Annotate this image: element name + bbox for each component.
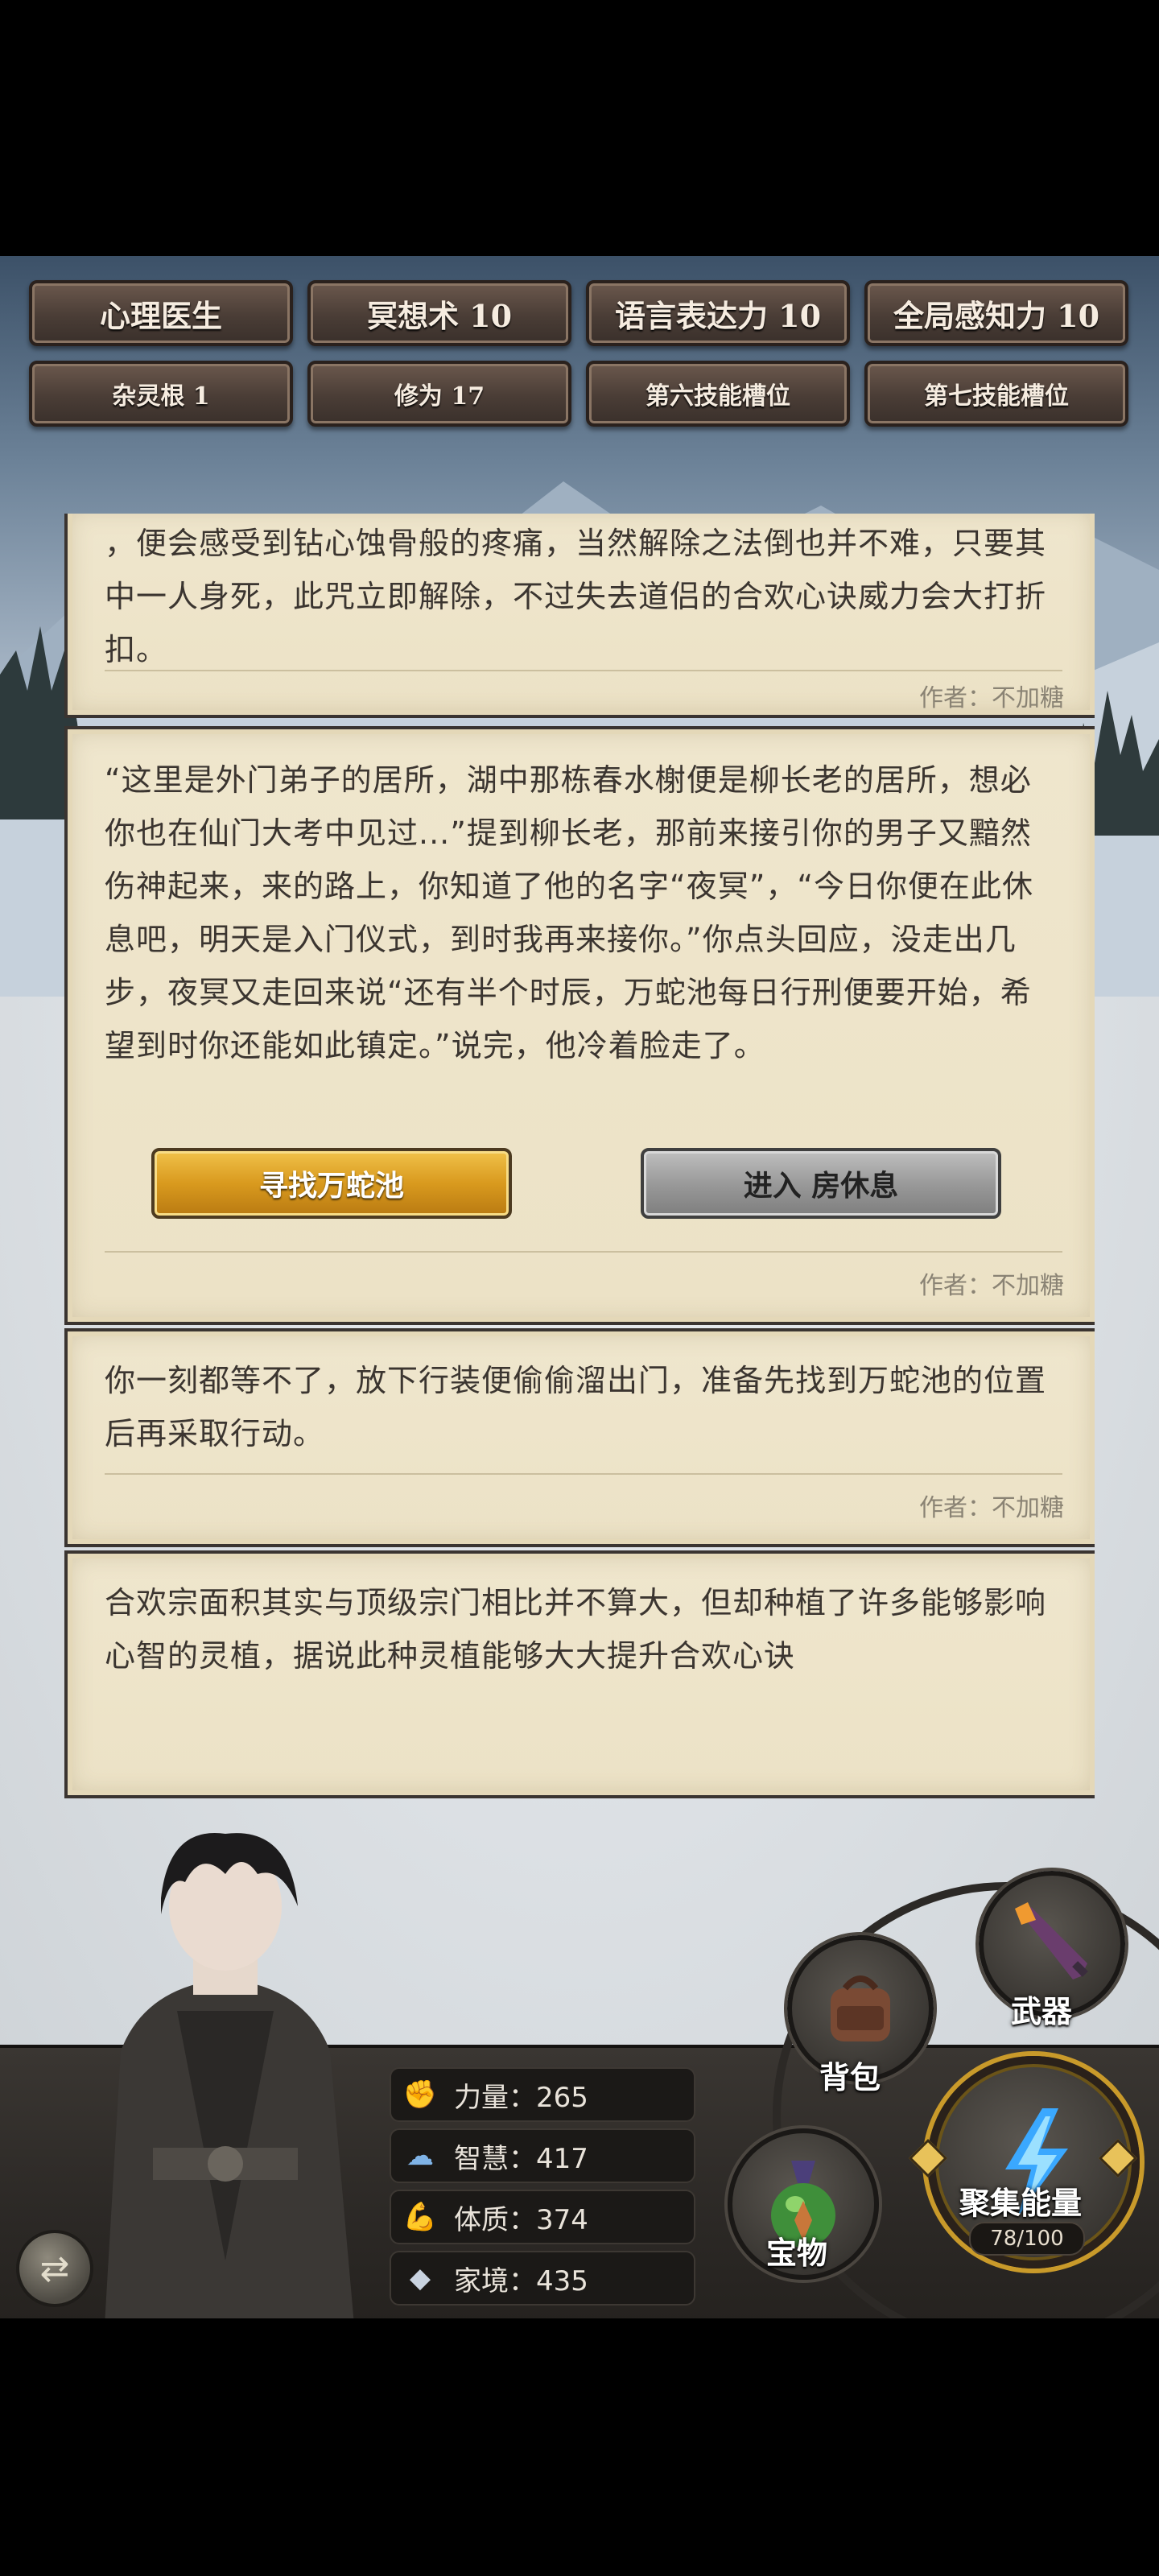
stat-family-label: 家境：435 — [454, 2264, 588, 2297]
story-card: “这里是外门弟子的居所，湖中那栋春水榭便是柳长老的居所，想必你也在仙门大考中见过… — [64, 726, 1095, 1325]
brain-icon: ☁ — [406, 2140, 434, 2172]
player-character-portrait — [105, 1833, 354, 2318]
stat-strength: ✊ 力量：265 — [390, 2067, 695, 2122]
skill-slot-5[interactable]: 杂灵根 1 — [29, 361, 293, 427]
skill-slot-8[interactable]: 第七技能槽位 — [864, 361, 1128, 427]
stat-constitution-label: 体质：374 — [454, 2203, 588, 2236]
gather-energy-label: 聚集能量 — [959, 2185, 1083, 2221]
card-divider — [105, 1473, 1062, 1475]
enter-room-rest-button[interactable]: 进入 房休息 — [641, 1148, 1001, 1219]
swap-character-button[interactable]: ⇄ — [16, 2230, 93, 2307]
stat-wisdom-label: 智慧：417 — [454, 2142, 588, 2175]
stat-constitution: 💪 体质：374 — [390, 2190, 695, 2244]
story-text: “这里是外门弟子的居所，湖中那栋春水榭便是柳长老的居所，想必你也在仙门大考中见过… — [105, 762, 1034, 1063]
story-card: 你一刻都等不了，放下行装便偷偷溜出门，准备先找到万蛇池的位置后再采取行动。 作者… — [64, 1328, 1095, 1547]
story-text: ，便会感受到钻心蚀骨般的疼痛，当然解除之法倒也并不难，只要其中一人身死，此咒立即… — [105, 526, 1047, 667]
card-divider — [105, 670, 1062, 671]
skill-slot-2[interactable]: 冥想术 10 — [307, 280, 571, 346]
find-snake-pool-button[interactable]: 寻找万蛇池 — [151, 1148, 512, 1219]
stat-wisdom: ☁ 智慧：417 — [390, 2128, 695, 2183]
story-card: 合欢宗面积其实与顶级宗门相比并不算大，但却种植了许多能够影响心智的灵植，据说此种… — [64, 1550, 1095, 1798]
skill-slot-3[interactable]: 语言表达力 10 — [586, 280, 850, 346]
bottom-black-bar — [0, 2318, 1159, 2576]
top-black-bar — [0, 0, 1159, 256]
fist-icon: ✊ — [402, 2079, 438, 2111]
backpack-icon — [831, 1975, 890, 2041]
swap-arrows-icon: ⇄ — [39, 2248, 70, 2289]
story-text: 你一刻都等不了，放下行装便偷偷溜出门，准备先找到万蛇池的位置后再采取行动。 — [105, 1363, 1047, 1451]
weapon-label: 武器 — [1011, 1993, 1073, 2029]
energy-counter: 78/100 — [969, 2222, 1085, 2256]
story-text: 合欢宗面积其实与顶级宗门相比并不算大，但却种植了许多能够影响心智的灵植，据说此种… — [105, 1585, 1047, 1674]
skill-slot-6[interactable]: 修为 17 — [307, 361, 571, 427]
card-divider — [105, 1251, 1062, 1253]
author-label: 作者：不加糖 — [919, 1272, 1064, 1300]
author-label: 作者：不加糖 — [919, 1494, 1064, 1522]
skill-slot-4[interactable]: 全局感知力 10 — [864, 280, 1128, 346]
stat-family: ◆ 家境：435 — [390, 2251, 695, 2306]
skill-slot-1[interactable]: 心理医生 — [29, 280, 293, 346]
story-card: ，便会感受到钻心蚀骨般的疼痛，当然解除之法倒也并不难，只要其中一人身死，此咒立即… — [64, 514, 1095, 718]
treasure-label: 宝物 — [766, 2235, 828, 2271]
muscle-icon: 💪 — [402, 2201, 438, 2233]
diamond-icon: ◆ — [409, 2262, 431, 2294]
author-label: 作者：不加糖 — [919, 684, 1064, 712]
skill-slot-7[interactable]: 第六技能槽位 — [586, 361, 850, 427]
skill-grid: 心理医生 冥想术 10 语言表达力 10 全局感知力 10 杂灵根 1 修为 1… — [29, 280, 1130, 427]
story-scroll-panel[interactable]: ，便会感受到钻心蚀骨般的疼痛，当然解除之法倒也并不难，只要其中一人身死，此咒立即… — [64, 514, 1095, 1914]
stat-strength-label: 力量：265 — [454, 2081, 588, 2114]
backpack-label: 背包 — [819, 2059, 881, 2095]
game-viewport: 心理医生 冥想术 10 语言表达力 10 全局感知力 10 杂灵根 1 修为 1… — [0, 256, 1159, 2318]
choice-row: 寻找万蛇池 进入 房休息 — [68, 1148, 1095, 1219]
sword-icon — [1015, 1902, 1088, 1979]
